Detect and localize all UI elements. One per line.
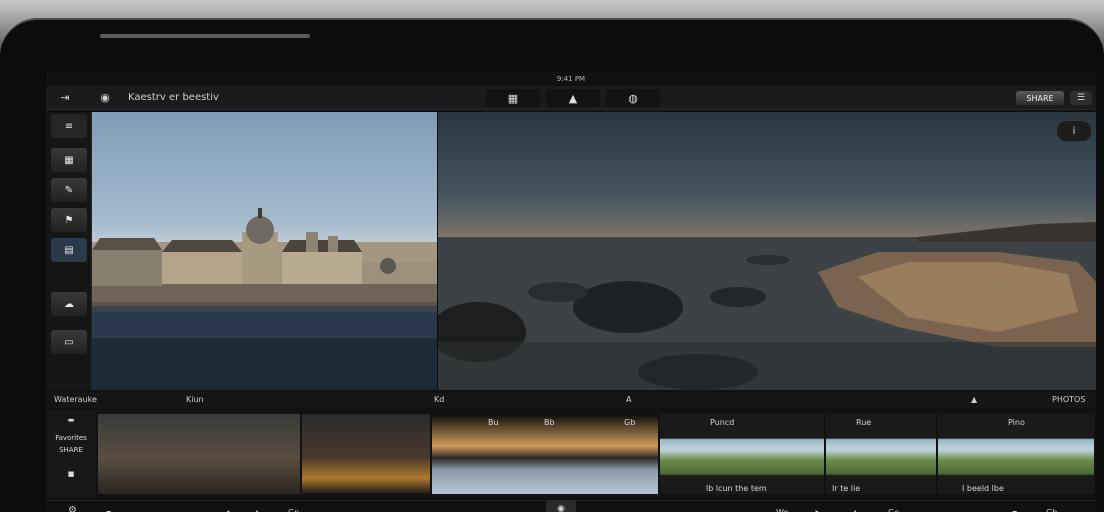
tablet-device: 9:41 PM ⇥ ◉ Kaestrv er beestiv ▦ ▲ ◍ SHA… bbox=[0, 18, 1104, 512]
thumb-1[interactable] bbox=[98, 414, 300, 494]
thumb-3[interactable]: Bu Bb Gb bbox=[432, 414, 658, 494]
left-rail: ≡ ▦ ✎ ⚑ ▤ ☁ ▭ bbox=[46, 112, 92, 390]
pointer-icon[interactable]: ➤ bbox=[814, 508, 821, 512]
filmstrip-label-b: Kd bbox=[434, 395, 445, 404]
filmstrip-label-a: Kiun bbox=[186, 395, 204, 404]
thumb-5[interactable]: Rue Ir te lie bbox=[826, 414, 936, 494]
bottom-label-a[interactable]: Gp bbox=[288, 508, 299, 512]
sidebar-item-favorites[interactable]: ▬ bbox=[52, 416, 90, 424]
photo-seascape[interactable]: i bbox=[438, 112, 1096, 390]
crop-button[interactable]: ▦ bbox=[486, 89, 540, 107]
status-time: 9:41 PM bbox=[556, 75, 586, 83]
info-small-icon[interactable]: ▪ bbox=[106, 508, 111, 512]
thumb-4-caption: Puncd bbox=[710, 418, 735, 427]
device-speaker bbox=[100, 34, 310, 38]
cloud-icon[interactable]: ☁ bbox=[51, 292, 87, 316]
grid-icon[interactable]: ≡ bbox=[51, 114, 87, 138]
info-button[interactable]: i bbox=[1056, 120, 1092, 142]
warning-icon: ▲ bbox=[971, 395, 978, 404]
sidebar-item-favorites-label[interactable]: Favorites bbox=[52, 434, 90, 442]
thumb-4-subcaption: lb lcun the tem bbox=[706, 484, 767, 493]
adjust-icon: ▲ bbox=[568, 91, 578, 105]
sidebar-item-share-label[interactable]: SHARE bbox=[52, 446, 90, 454]
home-icon: ◉ bbox=[557, 504, 565, 512]
lock-icon[interactable]: ▪ bbox=[1012, 508, 1017, 512]
crop-icon: ▦ bbox=[507, 91, 519, 105]
cathedral-scene bbox=[92, 208, 437, 390]
album-icon[interactable]: ▦ bbox=[51, 148, 87, 172]
layers-icon[interactable]: ▤ bbox=[51, 238, 87, 262]
home-button[interactable]: ◉ bbox=[546, 500, 576, 512]
info-icon: i bbox=[1072, 125, 1076, 137]
share-button[interactable]: SHARE bbox=[1016, 91, 1064, 105]
trash-icon[interactable]: ▭ bbox=[51, 330, 87, 354]
edit-tools: ▦ ▲ ◍ bbox=[486, 89, 660, 107]
triangle-icon[interactable]: ▲ bbox=[254, 508, 260, 512]
seascape-scene bbox=[438, 222, 1096, 390]
flag-icon[interactable]: • bbox=[226, 508, 231, 512]
bottom-label-e[interactable]: Gb bbox=[1046, 508, 1057, 512]
sidebar-item-more[interactable]: ■ bbox=[52, 470, 90, 478]
menu-button[interactable]: ☰ bbox=[1070, 91, 1092, 105]
edit-icon[interactable]: ✎ bbox=[51, 178, 87, 202]
favorites-icon: ▬ bbox=[67, 416, 75, 424]
top-toolbar: ⇥ ◉ Kaestrv er beestiv ▦ ▲ ◍ SHARE ☰ bbox=[46, 86, 1096, 110]
adjust-button[interactable]: ▲ bbox=[546, 89, 600, 107]
gear-icon[interactable]: ⚙ bbox=[68, 505, 77, 512]
tag-icon[interactable]: ⚑ bbox=[51, 208, 87, 232]
thumb-3-caption-2: Bb bbox=[544, 418, 555, 427]
filmstrip-label-c: A bbox=[626, 395, 632, 404]
thumb-6[interactable]: Pino I beeld lbe bbox=[938, 414, 1094, 494]
thumb-3-caption-3: Gb bbox=[624, 418, 636, 427]
bottom-label-c[interactable]: Go bbox=[888, 508, 899, 512]
upload-icon[interactable]: ▲ bbox=[852, 508, 858, 512]
thumb-2[interactable] bbox=[302, 414, 430, 494]
filmstrip-sidebar: ▬ Favorites SHARE ■ bbox=[46, 410, 96, 498]
thumb-6-caption: Pino bbox=[1008, 418, 1025, 427]
filter-button[interactable]: ◍ bbox=[606, 89, 660, 107]
thumb-5-subcaption: Ir te lie bbox=[832, 484, 861, 493]
app-title: Kaestrv er beestiv bbox=[128, 92, 219, 103]
camera-icon[interactable]: ◉ bbox=[94, 89, 116, 107]
thumb-5-caption: Rue bbox=[856, 418, 872, 427]
filmstrip-label-left: Waterauke bbox=[54, 395, 97, 404]
thumb-6-subcaption: I beeld lbe bbox=[962, 484, 1004, 493]
menu-icon: ☰ bbox=[1076, 93, 1086, 103]
app-screen: 9:41 PM ⇥ ◉ Kaestrv er beestiv ▦ ▲ ◍ SHA… bbox=[46, 72, 1096, 512]
bottom-label-b[interactable]: Wo bbox=[776, 508, 788, 512]
status-bar: 9:41 PM bbox=[46, 72, 1096, 86]
thumb-4[interactable]: Puncd lb lcun the tem bbox=[660, 414, 824, 494]
more-icon: ■ bbox=[67, 470, 75, 478]
photo-viewer: ≡ ▦ ✎ ⚑ ▤ ☁ ▭ i bbox=[46, 112, 1096, 390]
filmstrip-label-right: PHOTOS bbox=[1052, 395, 1086, 404]
thumb-3-caption-1: Bu bbox=[488, 418, 499, 427]
filter-icon: ◍ bbox=[628, 91, 638, 105]
filmstrip: ▬ Favorites SHARE ■ Bu Bb Gb Puncd lb lc… bbox=[46, 410, 1096, 498]
back-icon[interactable]: ⇥ bbox=[54, 89, 76, 107]
photo-cathedral[interactable] bbox=[92, 112, 437, 390]
filmstrip-header: Waterauke Kiun Kd A ▲ PHOTOS bbox=[46, 392, 1096, 408]
